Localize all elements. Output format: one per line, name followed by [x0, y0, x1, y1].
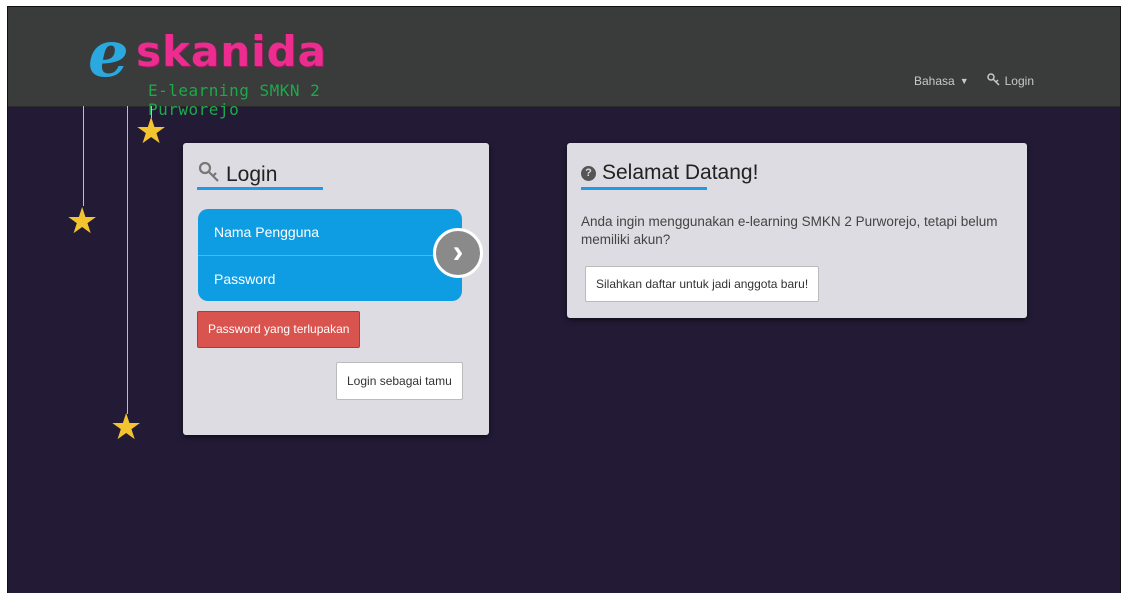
username-input[interactable]: Nama Pengguna: [198, 209, 462, 255]
star-string: [127, 106, 128, 414]
nav-right: Bahasa ▼ Login: [914, 73, 1034, 89]
title-underline: [197, 187, 323, 190]
caret-down-icon: ▼: [959, 76, 969, 86]
star-icon: ★: [110, 406, 143, 447]
language-label: Bahasa: [914, 74, 955, 88]
chevron-right-icon: ›: [452, 233, 464, 269]
login-panel: Login Nama Pengguna Password › Password …: [183, 143, 489, 435]
nav-login-label: Login: [1004, 74, 1034, 88]
logo-word: skanida: [136, 27, 327, 76]
password-input[interactable]: Password: [198, 256, 462, 302]
star-icon: ★: [135, 110, 168, 151]
forgot-password-button[interactable]: Password yang terlupakan: [197, 311, 361, 348]
welcome-panel-title: ? Selamat Datang!: [581, 161, 758, 185]
star-string: [83, 106, 84, 206]
title-underline: [581, 187, 707, 190]
nav-login-link[interactable]: Login: [986, 73, 1034, 89]
login-panel-title: Login: [198, 161, 277, 189]
signup-button[interactable]: Silahkan daftar untuk jadi anggota baru!: [585, 266, 820, 302]
language-dropdown[interactable]: Bahasa ▼: [914, 74, 969, 88]
welcome-title-text: Selamat Datang!: [602, 161, 759, 184]
welcome-panel: ? Selamat Datang! Anda ingin menggunakan…: [567, 143, 1027, 318]
welcome-message: Anda ingin menggunakan e-learning SMKN 2…: [581, 214, 998, 247]
site-logo[interactable]: e skanida E-learning SMKN 2 Purworejo: [88, 17, 408, 120]
key-icon: [986, 73, 1000, 89]
login-submit-button[interactable]: ›: [433, 228, 483, 278]
logo-tagline: E-learning SMKN 2 Purworejo: [148, 81, 321, 119]
star-icon: ★: [66, 200, 99, 241]
credentials-box: Nama Pengguna Password: [198, 209, 462, 301]
page-frame: e skanida E-learning SMKN 2 Purworejo Ba…: [7, 6, 1121, 593]
login-title-text: Login: [226, 163, 278, 186]
key-icon: [198, 161, 220, 189]
navbar: e skanida E-learning SMKN 2 Purworejo Ba…: [8, 7, 1120, 120]
guest-login-button[interactable]: Login sebagai tamu: [336, 362, 463, 400]
logo-e: e: [88, 17, 129, 92]
question-icon: ?: [581, 165, 596, 181]
